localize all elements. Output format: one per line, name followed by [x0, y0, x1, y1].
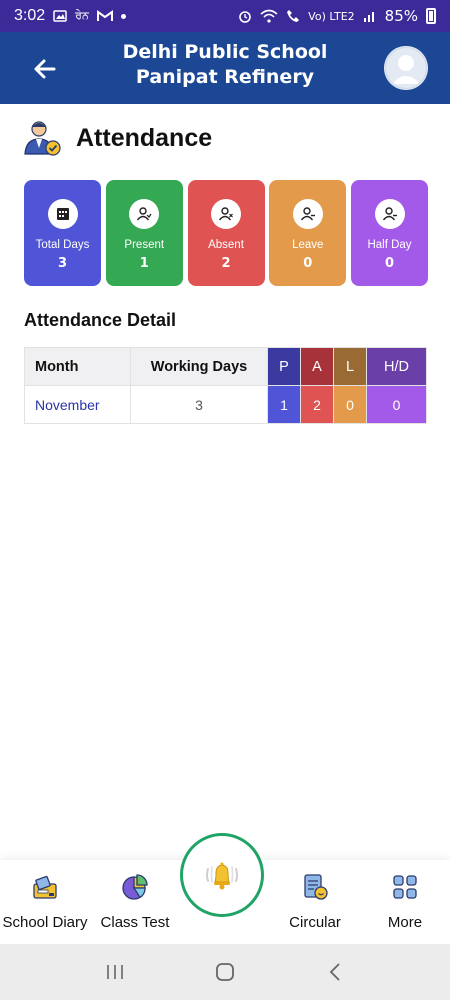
notification-dot — [120, 13, 126, 19]
battery-icon — [426, 8, 436, 24]
arrow-left-icon — [34, 59, 56, 79]
stat-card-leave[interactable]: Leave 0 — [269, 180, 347, 286]
status-carrier: ਰੇਨ — [75, 9, 89, 22]
nav-label: School Diary — [2, 914, 88, 931]
stat-label: Total Days — [35, 239, 90, 251]
stat-value: 2 — [221, 256, 231, 271]
nav-label: Class Test — [100, 914, 170, 931]
status-bar: 3:02 ਰੇਨ Vo) LTE2 85% — [0, 0, 450, 32]
user-present-icon — [129, 199, 160, 229]
gmail-icon — [96, 10, 113, 21]
cell-working-days: 3 — [130, 385, 268, 424]
nav-item-circular[interactable]: Circular — [270, 872, 360, 931]
signal-icon — [363, 12, 374, 22]
image-icon — [53, 10, 67, 22]
table-row[interactable]: November 3 1 2 0 0 — [24, 385, 427, 424]
recent-apps-icon — [107, 965, 123, 979]
stat-label: Absent — [208, 239, 244, 251]
attendance-detail-table: Month Working Days P A L H/D November 3 … — [24, 347, 427, 424]
alarm-icon — [239, 11, 251, 23]
status-bar-right: Vo) LTE2 85% — [238, 7, 436, 25]
page-title-row: Attendance — [22, 116, 212, 160]
wifi-icon — [260, 9, 278, 23]
cell-month: November — [24, 385, 131, 424]
nav-item-school-diary[interactable]: School Diary — [0, 872, 90, 931]
user-absent-icon — [211, 199, 241, 229]
system-nav-bar — [0, 944, 450, 1000]
nav-item-class-test[interactable]: Class Test — [90, 872, 180, 931]
column-header-half-day: H/D — [366, 347, 427, 386]
attendance-detail-title: Attendance Detail — [24, 310, 177, 330]
system-back-button[interactable] — [315, 957, 355, 987]
user-avatar-icon — [384, 46, 428, 90]
pie-chart-icon — [122, 874, 148, 900]
grid-icon — [393, 875, 417, 899]
app-header: Delhi Public School Panipat Refinery — [0, 32, 450, 104]
column-header-working-days: Working Days — [130, 347, 268, 386]
status-bar-left: 3:02 ਰੇਨ — [14, 7, 126, 25]
status-time: 3:02 — [14, 7, 46, 24]
stat-card-absent[interactable]: Absent 2 — [187, 180, 265, 286]
stat-card-half-day[interactable]: Half Day 0 — [351, 180, 428, 286]
circular-doc-icon — [304, 874, 328, 900]
status-network: Vo) LTE2 — [308, 9, 355, 23]
back-button[interactable] — [30, 54, 60, 84]
cell-leave: 0 — [333, 385, 367, 424]
diary-icon — [33, 875, 57, 899]
notification-bell-button[interactable] — [180, 833, 264, 917]
column-header-month: Month — [24, 347, 131, 386]
nav-item-more[interactable]: More — [360, 872, 450, 931]
stat-label: Leave — [292, 239, 324, 251]
column-header-absent: A — [300, 347, 334, 386]
stat-value: 3 — [57, 256, 68, 271]
stat-card-total-days[interactable]: Total Days 3 — [24, 180, 101, 286]
column-header-present: P — [267, 347, 301, 386]
page-title: Attendance — [76, 123, 213, 152]
nav-label: Circular — [289, 914, 341, 931]
stat-label: Present — [124, 239, 165, 251]
cell-absent: 2 — [300, 385, 334, 424]
battery-percent: 85% — [384, 7, 418, 25]
call-icon — [287, 10, 300, 22]
table-header-row: Month Working Days P A L H/D — [24, 347, 427, 386]
cell-present: 1 — [267, 385, 301, 424]
school-name: Delhi Public School Panipat Refinery — [122, 41, 328, 88]
chevron-left-icon — [329, 963, 340, 981]
avatar[interactable] — [384, 46, 428, 90]
bell-icon — [206, 862, 238, 890]
calendar-icon — [47, 199, 78, 229]
column-header-leave: L — [333, 347, 367, 386]
teacher-check-icon — [24, 121, 61, 156]
cell-half-day: 0 — [366, 385, 427, 424]
stat-value: 0 — [384, 256, 395, 271]
stat-value: 0 — [303, 256, 313, 271]
home-icon — [216, 963, 234, 981]
attendance-stats: Total Days 3 Present 1 Absent 2 Leave 0 … — [24, 180, 428, 286]
home-button[interactable] — [205, 957, 245, 987]
stat-value: 1 — [139, 256, 149, 271]
user-leave-icon — [292, 199, 323, 229]
nav-label: More — [387, 914, 423, 931]
stat-label: Half Day — [367, 239, 412, 251]
recent-apps-button[interactable] — [95, 957, 135, 987]
user-halfday-icon — [374, 199, 405, 229]
stat-card-present[interactable]: Present 1 — [105, 180, 183, 286]
